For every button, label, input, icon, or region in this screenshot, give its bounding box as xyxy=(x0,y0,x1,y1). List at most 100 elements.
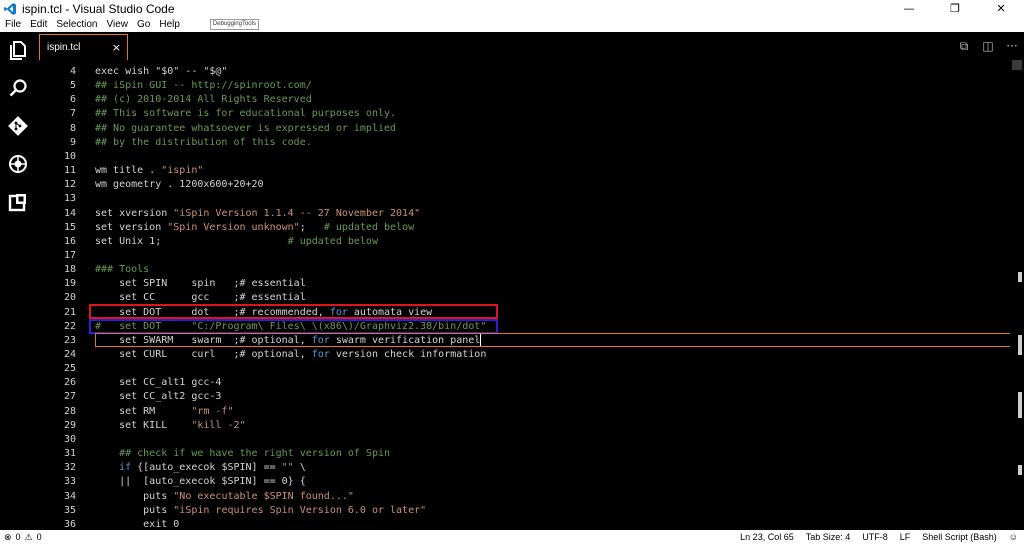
code-line[interactable]: 32 if {[auto_execok $SPIN] == "" \ xyxy=(36,461,1016,475)
git-icon[interactable] xyxy=(6,114,30,138)
error-count: 0 xyxy=(15,532,21,542)
line-code: ## This software is for educational purp… xyxy=(95,107,396,121)
error-icon: ⊗ xyxy=(4,531,12,542)
code-line[interactable]: 30 xyxy=(36,433,1016,447)
code-line[interactable]: 17 xyxy=(36,249,1016,263)
code-line[interactable]: 18 ### Tools xyxy=(36,263,1016,277)
code-line[interactable]: 36 exit 0 xyxy=(36,518,1016,530)
menu-file[interactable]: File xyxy=(0,19,25,30)
line-number: 34 xyxy=(63,490,76,502)
extensions-icon[interactable] xyxy=(6,190,30,214)
code-line[interactable]: 6 ## (c) 2010-2014 All Rights Reserved xyxy=(36,93,1016,107)
close-window-button[interactable]: ✕ xyxy=(978,0,1024,17)
split-editor-icon[interactable]: ◫ xyxy=(976,32,1000,60)
line-code: set Unix 1; # updated below xyxy=(95,235,378,249)
code-line[interactable]: 12 wm geometry . 1200x600+20+20 xyxy=(36,178,1016,192)
close-icon[interactable]: × xyxy=(112,41,121,54)
feedback-icon[interactable]: ☺ xyxy=(1009,532,1018,542)
code-token: swarm verification panel xyxy=(329,334,481,346)
code-editor[interactable]: 4 exec wish "$0" -- "$@" 5 ## iSpin GUI -- … xyxy=(36,60,1024,530)
menu-edit[interactable]: Edit xyxy=(25,19,51,30)
code-line[interactable]: 15 set version "Spin Version unknown"; # … xyxy=(36,221,1016,235)
code-line[interactable]: 10 xyxy=(36,150,1016,164)
code-line[interactable]: 27 set CC_alt2 gcc-3 xyxy=(36,390,1016,404)
code-line[interactable]: 25 xyxy=(36,362,1016,376)
minimize-button[interactable]: — xyxy=(886,0,932,17)
problems-indicator[interactable]: ⊗ 0 ⚠ 0 xyxy=(4,532,46,543)
code-line[interactable]: 34 puts "No executable $SPIN found..." xyxy=(36,490,1016,504)
warning-count: 0 xyxy=(36,532,42,542)
line-number: 5 xyxy=(69,80,76,92)
line-number: 12 xyxy=(63,179,76,191)
line-number: 14 xyxy=(63,207,76,219)
menu-selection[interactable]: Selection xyxy=(51,19,101,30)
search-icon[interactable] xyxy=(6,76,30,100)
open-changes-icon[interactable]: ⧉ xyxy=(952,32,976,60)
tab-strip: ispin.tcl × ⧉ ◫ ··· xyxy=(36,32,1024,60)
code-line[interactable]: 23 set SWARM swarm ;# optional, for swar… xyxy=(36,334,1016,348)
code-line[interactable]: 19 set SPIN spin ;# essential xyxy=(36,277,1016,291)
warning-icon: ⚠ xyxy=(24,531,33,542)
ruler-mark xyxy=(1018,272,1022,282)
code-line[interactable]: 8 ## No guarantee whatsoever is expressed… xyxy=(36,122,1016,136)
code-line[interactable]: 11 wm title . "ispin" xyxy=(36,164,1016,178)
line-number: 30 xyxy=(63,433,76,445)
code-line[interactable]: 14 set xversion "iSpin Version 1.1.4 -- 2… xyxy=(36,207,1016,221)
code-line[interactable]: 33 || [auto_execok $SPIN] == 0} { xyxy=(36,475,1016,489)
line-number: 24 xyxy=(63,349,76,360)
ruler-mark xyxy=(1018,392,1022,418)
code-token: set CC_alt2 gcc-3 xyxy=(95,391,222,403)
menu-help[interactable]: Help xyxy=(154,19,184,30)
code-token: "Spin Version unknown" xyxy=(167,221,300,233)
language-mode[interactable]: Shell Script (Bash) xyxy=(922,532,997,542)
window-title: ispin.tcl - Visual Studio Code xyxy=(22,1,175,16)
scrollbar-thumb[interactable] xyxy=(1012,60,1022,70)
line-number: 13 xyxy=(63,193,76,205)
code-line[interactable]: 22 # set DOT "C:/Program\ Files\ \(x86\)/… xyxy=(36,320,1016,334)
code-line[interactable]: 20 set CC gcc ;# essential xyxy=(36,291,1016,305)
code-line[interactable]: 21 set DOT dot ;# recommended, for autom… xyxy=(36,306,1016,320)
cursor-position[interactable]: Ln 23, Col 65 xyxy=(740,532,794,542)
line-number: 26 xyxy=(63,377,76,389)
code-line[interactable]: 13 xyxy=(36,192,1016,206)
code-line[interactable]: 5 ## iSpin GUI -- http://spinroot.com/ xyxy=(36,79,1016,93)
tab-size[interactable]: Tab Size: 4 xyxy=(806,532,851,542)
more-actions-icon[interactable]: ··· xyxy=(1000,32,1024,60)
menu-view[interactable]: View xyxy=(102,19,133,30)
code-line[interactable]: 4 exec wish "$0" -- "$@" xyxy=(36,65,1016,79)
code-token: wm title . xyxy=(95,165,162,177)
code-token: # updated below xyxy=(287,235,378,247)
code-line[interactable]: 26 set CC_alt1 gcc-4 xyxy=(36,376,1016,390)
code-line[interactable]: 35 puts "iSpin requires Spin Version 6.0… xyxy=(36,504,1016,518)
vertical-scrollbar[interactable] xyxy=(1010,60,1024,530)
tab-ispin-tcl[interactable]: ispin.tcl × xyxy=(39,34,128,60)
code-token: ## (c) 2010-2014 All Rights Reserved xyxy=(95,94,312,106)
code-token: set version xyxy=(95,221,168,233)
line-number: 23 xyxy=(63,334,76,346)
files-icon[interactable] xyxy=(6,38,30,62)
code-line[interactable]: 28 set RM "rm -f" xyxy=(36,405,1016,419)
line-number: 35 xyxy=(63,504,76,516)
line-number: 25 xyxy=(63,363,76,375)
code-token: "iSpin Version 1.1.4 -- 27 November 2014… xyxy=(173,207,421,219)
code-line[interactable]: 29 set KILL "kill -2" xyxy=(36,419,1016,433)
line-number: 15 xyxy=(63,221,76,233)
restore-button[interactable]: ❐ xyxy=(932,0,978,17)
line-code: ## check if we have the right version of… xyxy=(95,447,390,461)
code-token: "" xyxy=(281,462,294,474)
debug-icon[interactable] xyxy=(6,152,30,176)
line-number: 7 xyxy=(69,108,76,120)
encoding[interactable]: UTF-8 xyxy=(862,532,888,542)
line-number: 19 xyxy=(63,278,76,290)
line-number: 9 xyxy=(69,136,76,148)
code-line[interactable]: 9 ## by the distribution of this code. xyxy=(36,136,1016,150)
line-number: 8 xyxy=(69,122,76,134)
code-line[interactable]: 31 ## check if we have the right version… xyxy=(36,447,1016,461)
code-line[interactable]: 24 set CURL curl ;# optional, for versio… xyxy=(36,348,1016,362)
code-line[interactable]: 16 set Unix 1; # updated below xyxy=(36,235,1016,249)
end-of-line[interactable]: LF xyxy=(900,532,911,542)
code-line[interactable]: 7 ## This software is for educational pur… xyxy=(36,107,1016,121)
menu-go[interactable]: Go xyxy=(132,19,154,30)
line-code: exec wish "$0" -- "$@" xyxy=(95,65,227,79)
